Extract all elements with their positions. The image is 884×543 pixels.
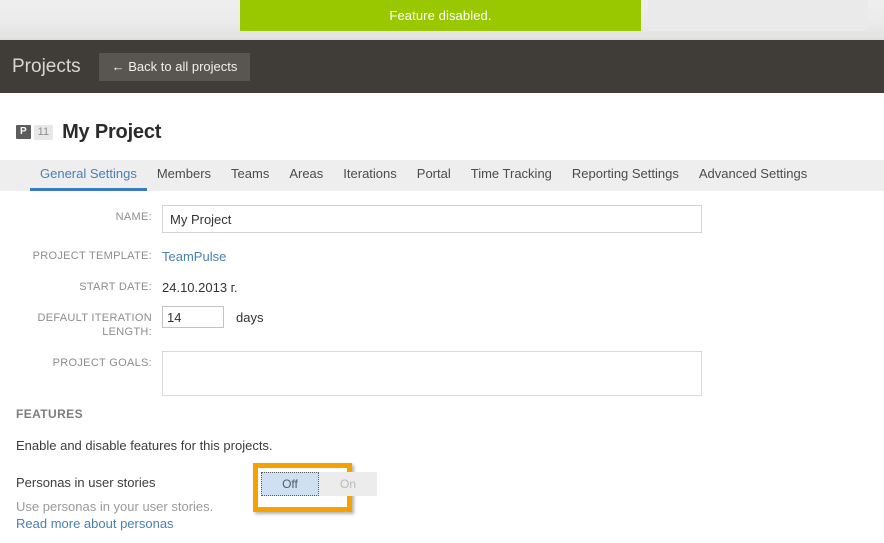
project-template-field-wrap: TeamPulse bbox=[162, 244, 226, 264]
project-count-badge: 11 bbox=[33, 124, 54, 140]
form-row-name: NAME: bbox=[0, 205, 884, 233]
personas-toggle-off[interactable]: Off bbox=[261, 471, 319, 496]
form-row-project-template: PROJECT TEMPLATE: TeamPulse bbox=[0, 244, 884, 264]
feature-personas-description: Use personas in your user stories. bbox=[16, 498, 214, 514]
page-title: My Project bbox=[62, 120, 162, 143]
features-heading: FEATURES bbox=[16, 406, 83, 421]
start-date-value: 24.10.2013 г. bbox=[162, 280, 238, 295]
tab-members[interactable]: Members bbox=[147, 167, 221, 191]
project-type-badge: P bbox=[16, 125, 31, 139]
iteration-length-unit: days bbox=[236, 309, 264, 325]
features-description: Enable and disable features for this pro… bbox=[16, 437, 273, 453]
tab-iterations[interactable]: Iterations bbox=[333, 167, 406, 191]
back-to-all-projects-button[interactable]: ← Back to all projects bbox=[98, 52, 251, 81]
features-section: FEATURES Enable and disable features for… bbox=[0, 407, 884, 533]
tab-reporting-settings[interactable]: Reporting Settings bbox=[562, 167, 689, 191]
tab-time-tracking[interactable]: Time Tracking bbox=[461, 167, 562, 191]
project-goals-field-wrap bbox=[162, 350, 702, 396]
project-goals-textarea[interactable] bbox=[162, 350, 702, 396]
settings-tabstrip: General Settings Members Teams Areas Ite… bbox=[0, 160, 884, 191]
feature-personas-name: Personas in user stories bbox=[16, 474, 156, 490]
name-label: NAME: bbox=[115, 211, 152, 223]
form-row-iteration-length: DEFAULT ITERATION LENGTH: days bbox=[0, 306, 884, 340]
tab-advanced-settings[interactable]: Advanced Settings bbox=[689, 167, 817, 191]
iteration-length-field-wrap: days bbox=[162, 306, 263, 328]
project-goals-label: PROJECT GOALS: bbox=[52, 356, 152, 369]
personas-toggle-on[interactable]: On bbox=[319, 471, 377, 496]
form-row-start-date: START DATE: 24.10.2013 г. bbox=[0, 275, 884, 295]
tab-general-settings[interactable]: General Settings bbox=[30, 167, 147, 191]
project-heading: P 11 My Project bbox=[0, 93, 884, 145]
tab-areas[interactable]: Areas bbox=[279, 167, 333, 191]
notification-message: Feature disabled. bbox=[240, 0, 641, 31]
start-date-field-wrap: 24.10.2013 г. bbox=[162, 275, 237, 295]
notification-placeholder-panel bbox=[648, 0, 868, 31]
tab-teams[interactable]: Teams bbox=[221, 167, 279, 191]
name-field-wrap bbox=[162, 205, 702, 233]
personas-toggle-group[interactable]: Off On bbox=[261, 471, 377, 496]
read-more-about-personas-link[interactable]: Read more about personas bbox=[16, 515, 884, 533]
tab-portal[interactable]: Portal bbox=[407, 167, 461, 191]
project-template-label: PROJECT TEMPLATE: bbox=[32, 250, 152, 262]
notification-bar: Feature disabled. bbox=[0, 0, 884, 40]
general-settings-form: NAME: PROJECT TEMPLATE: TeamPulse START … bbox=[0, 191, 884, 396]
projects-topbar: Projects ← Back to all projects bbox=[0, 40, 884, 93]
topbar-title: Projects bbox=[12, 55, 81, 77]
start-date-label: START DATE: bbox=[79, 281, 152, 293]
iteration-length-label: DEFAULT ITERATION LENGTH: bbox=[37, 312, 152, 338]
project-name-input[interactable] bbox=[162, 205, 702, 233]
iteration-length-input[interactable] bbox=[162, 306, 224, 328]
project-template-link[interactable]: TeamPulse bbox=[162, 244, 226, 264]
form-row-project-goals: PROJECT GOALS: bbox=[0, 350, 884, 396]
